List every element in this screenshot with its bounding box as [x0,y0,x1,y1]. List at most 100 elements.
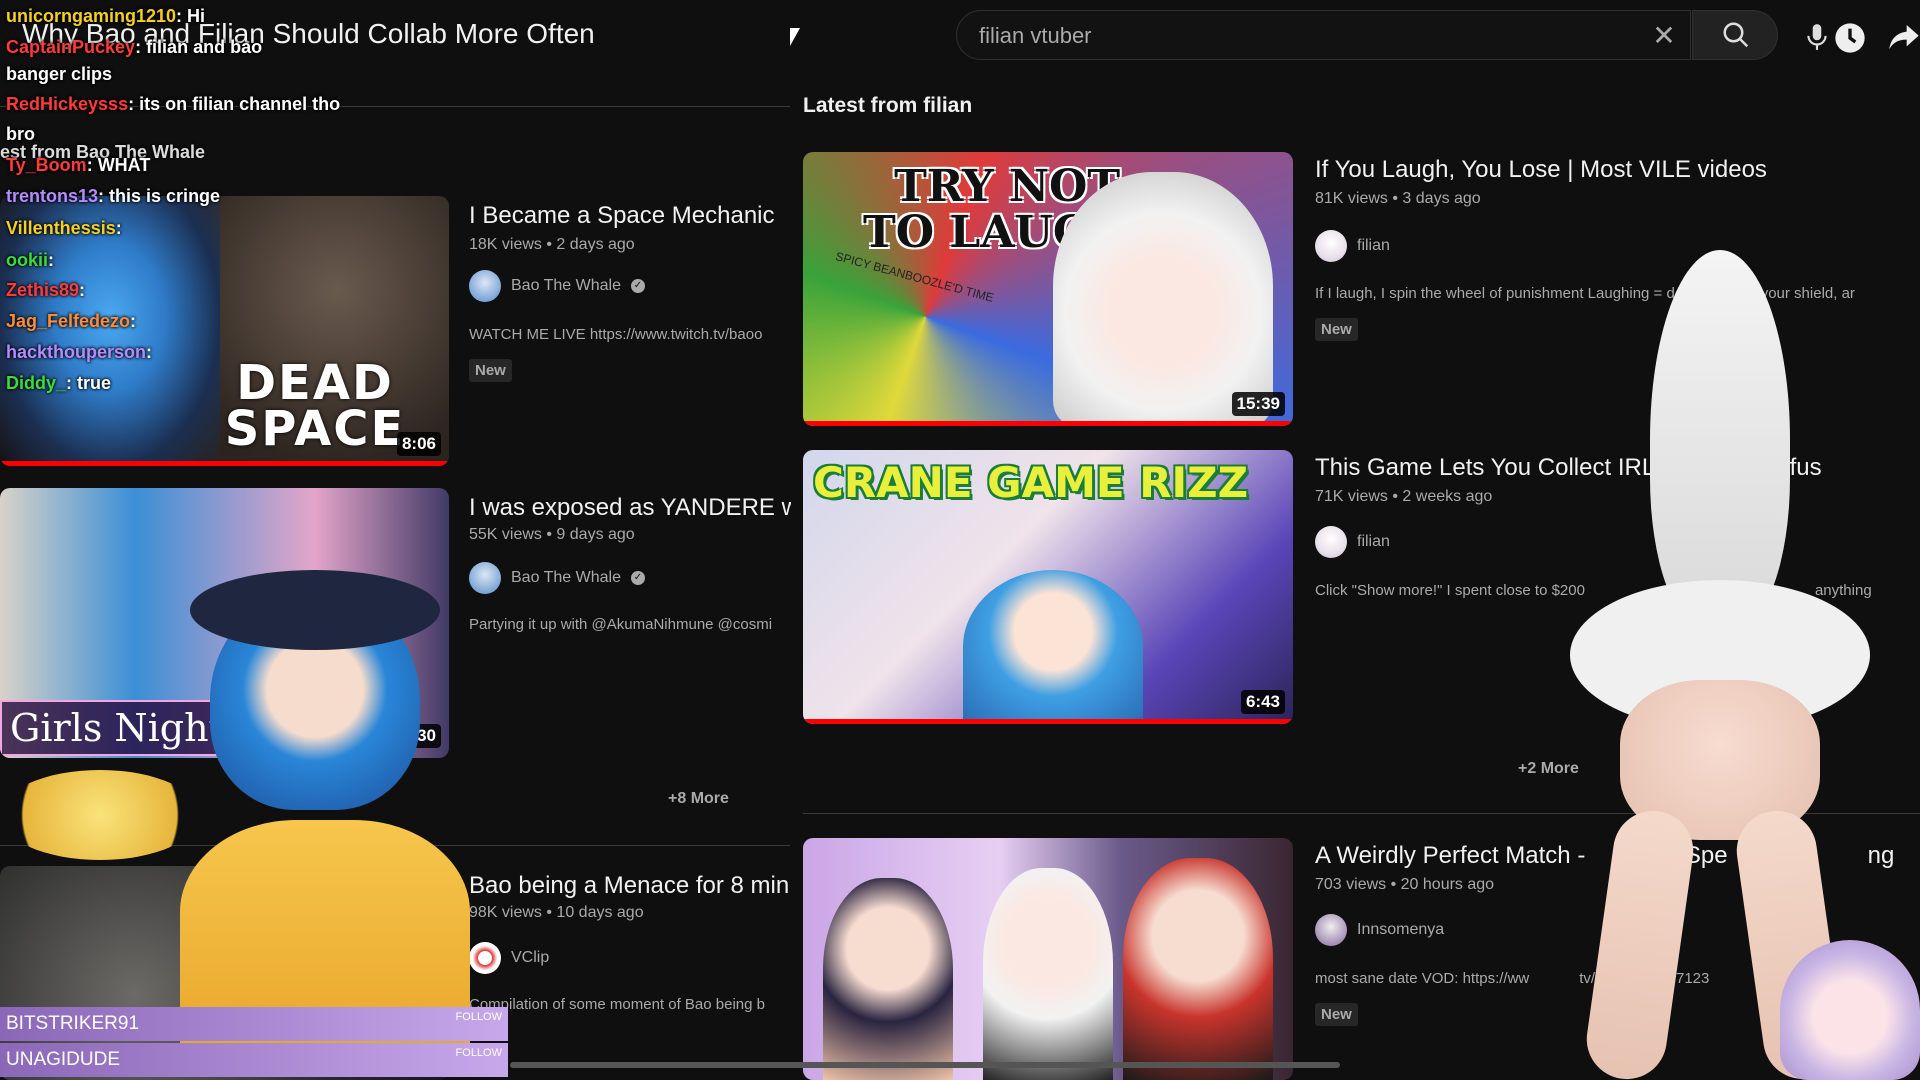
chat-username[interactable]: trentons13 [6,186,98,206]
chat-username[interactable]: CaptainPuckey [6,37,135,57]
chat-separator: : [98,186,110,206]
mouse-cursor-icon [790,28,800,46]
avatar[interactable] [469,942,501,974]
close-icon[interactable]: ✕ [1649,21,1679,51]
channel-name[interactable]: Bao The Whale [511,569,621,587]
chat-text: true [77,373,112,393]
clock-icon[interactable] [1834,22,1866,54]
view-count: 703 views [1315,876,1387,893]
chat-message: Zethis89: [6,280,85,301]
channel-row[interactable]: filian [1315,230,1390,262]
upload-age: 10 days ago [556,904,644,921]
video-meta: 98K views • 10 days ago [469,904,644,921]
channel-row[interactable]: Bao The Whale ✓ [469,562,645,594]
video-meta: 18K views • 2 days ago [469,236,635,253]
channel-row[interactable]: filian [1315,526,1390,558]
chat-message: RedHickeysss: its on filian channel tho [6,94,340,115]
more-videos-button[interactable]: +8 More [668,790,729,808]
video-meta: 71K views • 2 weeks ago [1315,488,1493,505]
chat-message: unicorngaming1210: Hi [6,6,205,27]
channel-row[interactable]: Innsomenya [1315,914,1444,946]
chat-separator: : [115,218,122,238]
channel-name[interactable]: Innsomenya [1357,921,1444,939]
video-meta: 703 views • 20 hours ago [1315,876,1495,893]
chat-username[interactable]: Jag_Felfedezo [6,311,130,331]
chat-message: trentons13: this is cringe [6,186,220,207]
verified-icon: ✓ [631,279,645,293]
upload-age: 20 hours ago [1400,876,1495,893]
microphone-icon[interactable] [1804,22,1830,52]
video-title[interactable]: I was exposed as YANDERE wi [469,494,791,522]
chat-username[interactable]: Zethis89 [6,280,79,300]
video-thumbnail[interactable]: CRANE GAME RIZZ 6:43 [803,450,1293,724]
avatar[interactable] [469,562,501,594]
chat-username[interactable]: Diddy_ [6,373,66,393]
upload-age: 9 days ago [556,526,635,543]
avatar[interactable] [1315,914,1347,946]
follower-alert: BITSTRIKER91 FOLLOW [0,1007,508,1041]
channel-name[interactable]: filian [1357,533,1390,551]
thumbnail-character [963,570,1143,724]
chat-separator: : [48,250,55,270]
chat-username[interactable]: hackthouperson [6,342,146,362]
follower-name: BITSTRIKER91 [6,1013,140,1034]
new-badge: New [1315,318,1358,341]
chat-username[interactable]: Villenthessis [6,218,116,238]
video-title[interactable]: If You Laugh, You Lose | Most VILE video… [1315,156,1920,184]
follower-alert: UNAGIDUDE FOLLOW [0,1043,508,1077]
channel-row[interactable]: Bao The Whale ✓ [469,270,645,302]
chat-separator: : [86,155,98,175]
channel-row[interactable]: VClip [469,942,549,974]
video-title[interactable]: Bao being a Menace for 8 min [469,872,791,900]
chat-separator: : [128,94,140,114]
video-duration: 6:43 [1240,690,1285,714]
chat-username[interactable]: ookii [6,250,48,270]
chat-separator: : [130,311,137,331]
chat-message: Villenthessis: [6,218,122,239]
thumbnail-character [1123,858,1273,1080]
chat-text: WHAT [97,155,151,175]
new-badge: New [1315,1003,1358,1026]
avatar[interactable] [1315,230,1347,262]
chat-username[interactable]: Ty_Boom [6,155,87,175]
video-thumbnail[interactable]: TRY NOT TO LAUGH! SPICY BEANBOOZLE'D TIM… [803,152,1293,426]
chat-separator: : [176,6,188,26]
chat-text: Hi [187,6,206,26]
video-description: Partying it up with @AkumaNihmune @cosmi [469,616,773,633]
channel-name[interactable]: Bao The Whale [511,277,621,295]
video-thumbnail[interactable] [803,838,1293,1080]
chat-message: Diddy_: true [6,373,111,394]
chat-text: filian and bao [146,37,263,57]
avatar[interactable] [1315,526,1347,558]
search-box[interactable]: ✕ [956,10,1691,60]
lemon-decoration [0,770,200,860]
chat-message: ookii: [6,250,54,271]
follower-name: UNAGIDUDE [6,1049,121,1070]
chat-separator: : [135,37,147,57]
view-count: 55K views [469,526,542,543]
video-duration: 15:39 [1231,392,1285,416]
horizontal-scrollbar[interactable] [510,1062,1340,1068]
search-button[interactable] [1692,10,1778,60]
channel-name[interactable]: filian [1357,237,1390,255]
section-title: Latest from filian [803,94,973,117]
search-input[interactable] [979,23,1579,49]
follow-tag: FOLLOW [455,1011,502,1023]
avatar[interactable] [469,270,501,302]
search-icon [1723,22,1749,48]
video-description: Compilation of some moment of Bao being … [469,996,765,1013]
video-title[interactable]: I Became a Space Mechanic [469,202,791,230]
follow-tag: FOLLOW [455,1047,502,1059]
video-duration: 8:06 [396,432,441,456]
upload-age: 2 days ago [556,236,635,253]
share-arrow-icon[interactable] [1888,22,1920,52]
chat-username[interactable]: unicorngaming1210 [6,6,176,26]
chat-username[interactable]: RedHickeysss [6,94,128,114]
chat-message: Ty_Boom: WHAT [6,155,150,176]
chat-separator: : [79,280,86,300]
chat-text: this is cringe [109,186,221,206]
video-meta: 81K views • 3 days ago [1315,190,1481,207]
channel-name[interactable]: VClip [511,949,549,967]
chat-message: Jag_Felfedezo: [6,311,136,332]
thumbnail-title-text: CRANE GAME RIZZ [813,458,1249,507]
